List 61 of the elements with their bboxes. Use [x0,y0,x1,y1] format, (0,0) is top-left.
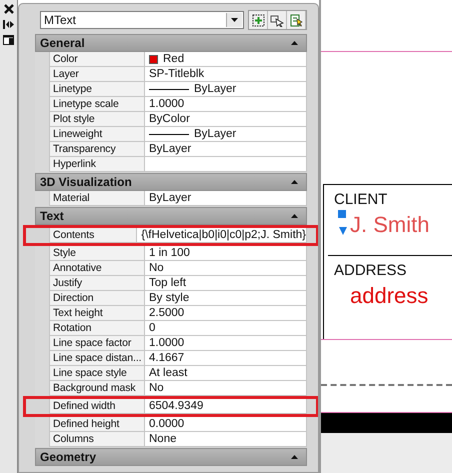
field-label: CLIENT [334,191,388,208]
grip-icon[interactable] [338,210,348,236]
property-value[interactable]: 1.0000 [145,336,307,351]
property-label: Layer [49,67,145,82]
property-label: Text height [49,306,145,321]
property-value[interactable]: ByLayer [145,191,307,206]
property-label: Columns [49,432,145,447]
property-label: Contents [49,228,138,243]
section-header[interactable]: 3D Visualization [35,173,307,191]
select-objects-button[interactable] [268,11,287,29]
field-label: ADDRESS [334,262,408,279]
property-label: Background mask [49,381,145,396]
property-label: Line space factor [49,336,145,351]
property-value[interactable]: At least [145,366,307,381]
property-value[interactable]: ByLayer [145,127,307,142]
property-value[interactable]: 4.1667 [145,351,307,366]
section-header[interactable]: Text [35,207,307,225]
object-type-dropdown[interactable]: MText [40,11,244,29]
property-label: Direction [49,291,145,306]
property-value[interactable]: 0.0000 [145,417,307,432]
property-value[interactable]: None [145,432,307,447]
property-value[interactable]: 0 [145,321,307,336]
property-value[interactable]: By style [145,291,307,306]
field-value[interactable]: J. Smith [350,212,430,238]
property-label: Lineweight [49,127,145,142]
property-label: Linetype [49,82,145,97]
property-label: Transparency [49,142,145,157]
property-label: Style [49,246,145,261]
panel-icon[interactable] [3,35,14,45]
property-value[interactable]: No [145,381,307,396]
property-label: Defined height [49,417,145,432]
property-value[interactable]: 2.5000 [145,306,307,321]
property-value[interactable]: No [145,261,307,276]
property-label: Color [49,52,145,67]
property-value[interactable]: SP-Titleblk [145,67,307,82]
field-value[interactable]: address [350,283,428,309]
property-label: Line space style [49,366,145,381]
close-icon[interactable] [4,4,14,14]
property-value[interactable]: ByColor [145,112,307,127]
property-label: Hyperlink [49,157,145,172]
property-value[interactable]: 6504.9349 [145,399,307,414]
property-value[interactable]: 1.0000 [145,97,307,112]
property-label: Justify [49,276,145,291]
section-header[interactable]: General [35,34,307,52]
property-value[interactable]: {\fHelvetica|b0|i0|c0|p2;J. Smith} [137,228,307,243]
property-label: Material [49,191,145,206]
property-label: Line space distan... [49,351,145,366]
section-header[interactable]: Geometry [35,448,307,466]
arrows-icon[interactable] [3,20,14,29]
property-label: Plot style [49,112,145,127]
line-sample [149,88,189,90]
caret-icon [231,18,238,22]
property-label: Annotative [49,261,145,276]
property-value[interactable]: ByLayer [145,142,307,157]
property-label: Rotation [49,321,145,336]
property-value[interactable]: ByLayer [145,82,307,97]
property-value[interactable]: 1 in 100 [145,246,307,261]
property-value[interactable]: Top left [145,276,307,291]
property-label: Defined width [49,399,145,414]
property-label: Linetype scale [49,97,145,112]
property-value[interactable]: Red [145,52,307,67]
